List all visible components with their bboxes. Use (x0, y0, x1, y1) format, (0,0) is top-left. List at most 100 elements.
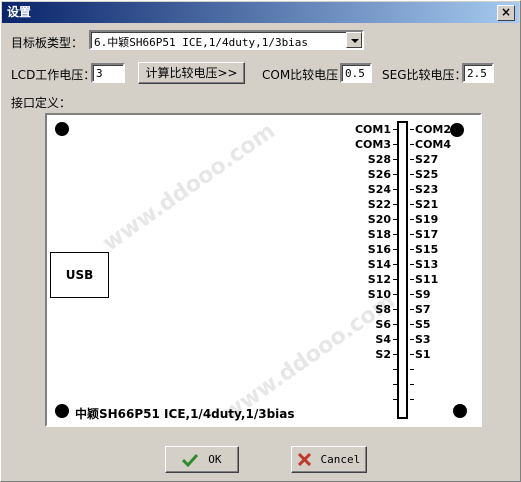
usb-label: USB (65, 268, 94, 282)
pin-label-left: S10 (367, 288, 391, 301)
pin-label-right: S7 (415, 303, 431, 316)
pin-tick (393, 384, 397, 385)
pin-tick (410, 264, 414, 265)
pin-label-right: COM4 (415, 138, 452, 151)
board-type-label: 目标板类型： (11, 36, 84, 50)
pin-tick (410, 354, 414, 355)
pin-tick (410, 204, 414, 205)
seg-voltage-label: SEG比较电压： (382, 68, 467, 82)
pin-tick (410, 279, 414, 280)
pin-tick (393, 129, 397, 130)
close-button[interactable]: × (497, 5, 515, 21)
pin-label-right: COM2 (415, 123, 452, 136)
pin-header (397, 121, 408, 419)
pin-label-left: S12 (367, 273, 391, 286)
pin-tick (393, 264, 397, 265)
pin-label-right: S13 (415, 258, 439, 271)
pin-label-right: S19 (415, 213, 439, 226)
pin-label-right: S1 (415, 348, 431, 361)
com-voltage-input[interactable]: 0.5 (340, 63, 372, 83)
pin-tick (410, 129, 414, 130)
pin-tick (393, 189, 397, 190)
title-bar: 设置 × (2, 2, 519, 23)
pin-label-right: S27 (415, 153, 439, 166)
pin-tick (393, 324, 397, 325)
pin-tick (410, 399, 414, 400)
pin-tick (393, 369, 397, 370)
pin-label-right: S17 (415, 228, 439, 241)
pin-label-left: S26 (367, 168, 391, 181)
ok-button[interactable]: OK (165, 446, 239, 473)
pin-label-left: S20 (367, 213, 391, 226)
seg-voltage-value: 2.5 (467, 67, 487, 80)
mounting-hole (55, 122, 69, 136)
cancel-button[interactable]: Cancel (291, 446, 367, 473)
lcd-voltage-input[interactable]: 3 (91, 63, 125, 83)
board-type-select[interactable]: 6.中颖SH66P51 ICE,1/4duty,1/3bias (89, 30, 364, 50)
board-label: 中颖SH66P51 ICE,1/4duty,1/3bias (75, 407, 295, 421)
pin-tick (393, 159, 397, 160)
com-voltage-value: 0.5 (345, 67, 365, 80)
pin-tick (393, 219, 397, 220)
pin-tick (410, 369, 414, 370)
pin-tick (393, 309, 397, 310)
pin-label-left: S4 (375, 333, 391, 346)
pin-tick (393, 234, 397, 235)
watermark: www.ddooo.com (98, 118, 280, 257)
cancel-label: Cancel (320, 453, 361, 466)
pin-label-left: S24 (367, 183, 391, 196)
pin-label-left: S28 (367, 153, 391, 166)
calculate-voltage-button[interactable]: 计算比较电压>> (138, 62, 245, 84)
pin-label-left: S14 (367, 258, 391, 271)
pin-label-left: S8 (375, 303, 391, 316)
pin-label-right: S23 (415, 183, 439, 196)
pin-label-right: S15 (415, 243, 439, 256)
pin-tick (393, 174, 397, 175)
pin-tick (410, 309, 414, 310)
pin-tick (393, 399, 397, 400)
settings-dialog: 设置 × 目标板类型： 6.中颖SH66P51 ICE,1/4duty,1/3b… (0, 0, 521, 482)
pin-tick (393, 204, 397, 205)
pin-tick (410, 189, 414, 190)
pin-tick (410, 384, 414, 385)
board-type-value: 6.中颖SH66P51 ICE,1/4duty,1/3bias (94, 36, 309, 49)
pin-label-right: S5 (415, 318, 431, 331)
pin-label-left: S22 (367, 198, 391, 211)
mounting-hole (453, 404, 467, 418)
pin-tick (410, 219, 414, 220)
pin-tick (393, 294, 397, 295)
cancel-x-icon (297, 453, 311, 466)
mounting-hole (450, 123, 464, 137)
pin-label-right: S25 (415, 168, 439, 181)
pin-label-right: S9 (415, 288, 431, 301)
lcd-voltage-value: 3 (96, 67, 103, 80)
interface-label: 接口定义： (11, 96, 72, 110)
pin-label-right: S21 (415, 198, 439, 211)
checkmark-icon (182, 453, 199, 467)
close-icon: × (500, 5, 512, 19)
pin-tick (410, 159, 414, 160)
pin-label-left: S2 (375, 348, 391, 361)
interface-diagram: www.ddooo.com www.ddooo.com USB 中颖SH66P5… (45, 113, 482, 427)
seg-voltage-input[interactable]: 2.5 (462, 63, 494, 83)
pin-tick (393, 144, 397, 145)
pin-tick (393, 249, 397, 250)
pin-label-left: S6 (375, 318, 391, 331)
pin-tick (410, 339, 414, 340)
pin-tick (410, 294, 414, 295)
pin-label-right: S11 (415, 273, 439, 286)
pin-tick (393, 339, 397, 340)
pin-tick (410, 174, 414, 175)
pin-label-left: S16 (367, 243, 391, 256)
window-title: 设置 (7, 5, 32, 19)
chevron-down-icon[interactable] (346, 32, 362, 48)
usb-connector: USB (50, 252, 109, 298)
pin-tick (410, 324, 414, 325)
com-voltage-label: COM比较电压： (262, 68, 351, 82)
calculate-voltage-label: 计算比较电压>> (145, 66, 238, 80)
pin-label-left: COM3 (354, 138, 391, 151)
pin-label-left: COM1 (354, 123, 391, 136)
mounting-hole (55, 404, 69, 418)
pin-tick (410, 249, 414, 250)
pin-tick (393, 354, 397, 355)
